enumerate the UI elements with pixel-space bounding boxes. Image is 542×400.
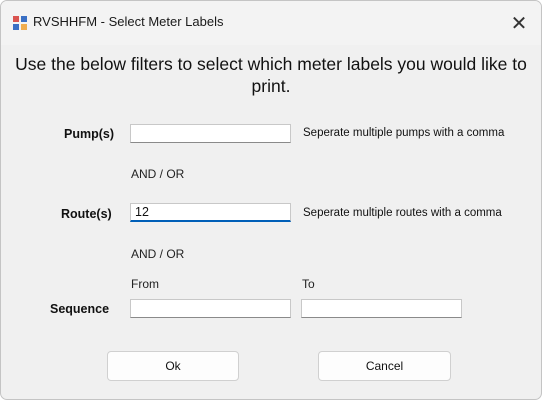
instructions-heading: Use the below filters to select which me…	[15, 54, 527, 96]
pumps-input[interactable]	[130, 124, 291, 143]
routes-label: Route(s)	[61, 207, 112, 221]
and-or-label-1: AND / OR	[131, 167, 185, 181]
ok-button-label: Ok	[165, 359, 181, 373]
window-title: RVSHHFM - Select Meter Labels	[33, 14, 224, 29]
close-button[interactable]: ✕	[497, 1, 541, 45]
title-bar[interactable]: RVSHHFM - Select Meter Labels ✕	[1, 1, 541, 45]
pumps-label: Pump(s)	[64, 127, 114, 141]
ok-button[interactable]: Ok	[107, 351, 239, 381]
pumps-hint: Seperate multiple pumps with a comma	[303, 127, 505, 139]
sequence-to-label: To	[302, 277, 315, 291]
cancel-button[interactable]: Cancel	[318, 351, 451, 381]
routes-hint: Seperate multiple routes with a comma	[303, 207, 502, 219]
routes-input[interactable]	[130, 203, 291, 222]
close-icon: ✕	[510, 12, 528, 35]
sequence-label: Sequence	[50, 302, 110, 316]
sequence-to-input[interactable]	[301, 299, 462, 318]
window-app-icon	[13, 16, 27, 30]
and-or-label-2: AND / OR	[131, 247, 185, 261]
dialog-window: RVSHHFM - Select Meter Labels ✕ Use the …	[0, 0, 542, 400]
sequence-from-input[interactable]	[130, 299, 291, 318]
sequence-from-label: From	[131, 277, 159, 291]
cancel-button-label: Cancel	[365, 359, 404, 373]
